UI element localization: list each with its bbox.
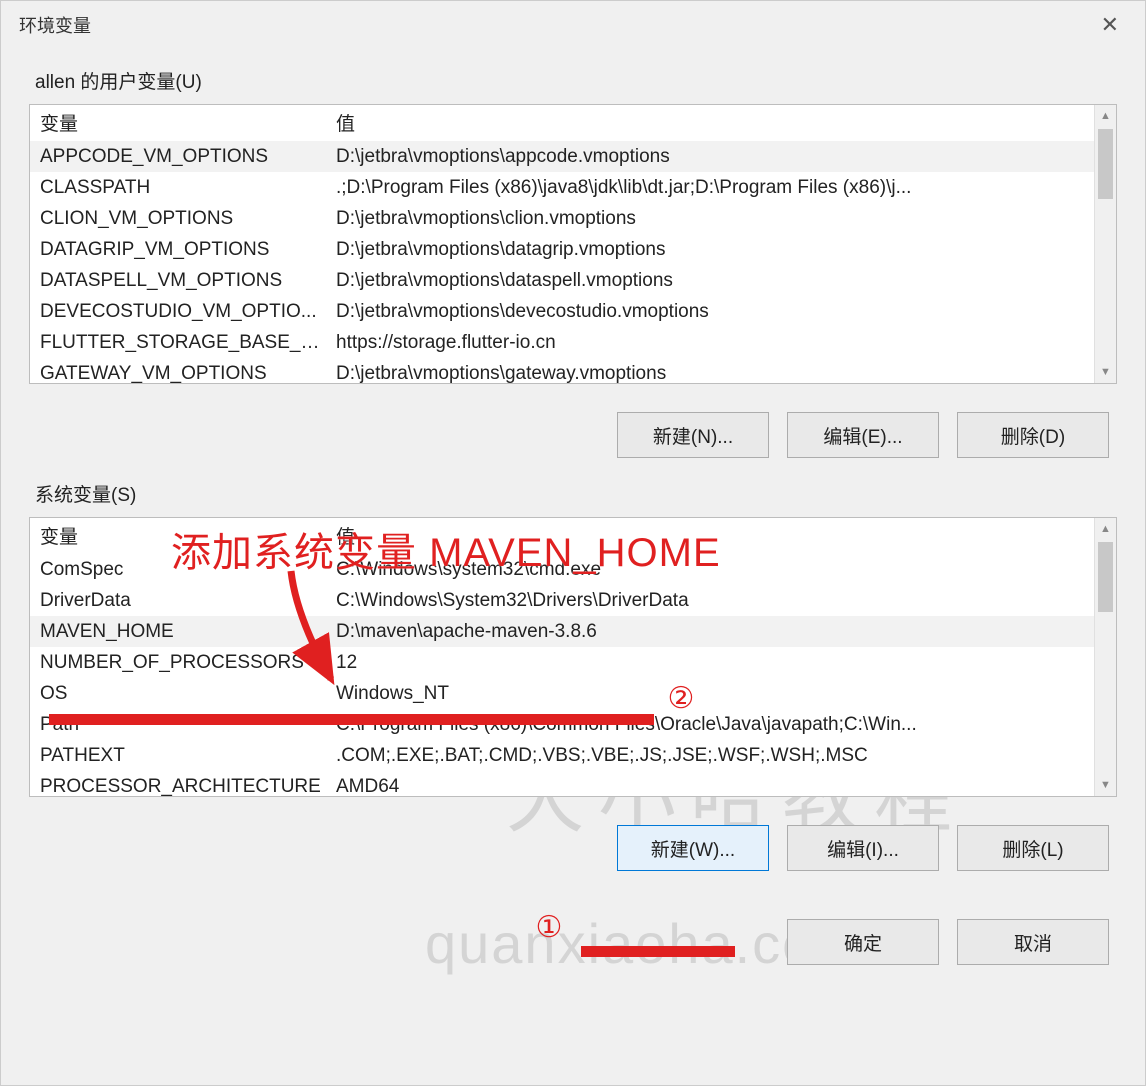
variable-name: APPCODE_VM_OPTIONS	[30, 146, 330, 168]
table-row[interactable]: GATEWAY_VM_OPTIONSD:\jetbra\vmoptions\ga…	[30, 358, 1094, 383]
user-variables-label: allen 的用户变量(U)	[29, 67, 1117, 94]
annotation-marker-1: ①	[533, 911, 565, 943]
table-row[interactable]: PATHEXT.COM;.EXE;.BAT;.CMD;.VBS;.VBE;.JS…	[30, 740, 1094, 771]
variable-value: Windows_NT	[330, 683, 1094, 705]
annotation-title: 添加系统变量 MAVEN_HOME	[171, 520, 721, 578]
titlebar: 环境变量 ✕	[1, 1, 1145, 49]
table-row[interactable]: DATAGRIP_VM_OPTIONSD:\jetbra\vmoptions\d…	[30, 234, 1094, 265]
system-variables-label: 系统变量(S)	[29, 480, 1117, 507]
variable-name: GATEWAY_VM_OPTIONS	[30, 363, 330, 384]
ok-button[interactable]: 确定	[787, 919, 939, 965]
table-row[interactable]: CLION_VM_OPTIONSD:\jetbra\vmoptions\clio…	[30, 203, 1094, 234]
scroll-up-icon[interactable]: ▲	[1095, 518, 1116, 540]
variable-name: PROCESSOR_ARCHITECTURE	[30, 776, 330, 797]
user-new-button[interactable]: 新建(N)...	[617, 412, 769, 458]
table-row[interactable]: MAVEN_HOMED:\maven\apache-maven-3.8.6	[30, 616, 1094, 647]
scroll-down-icon[interactable]: ▼	[1095, 774, 1116, 796]
table-row[interactable]: OSWindows_NT	[30, 678, 1094, 709]
variable-name: MAVEN_HOME	[30, 621, 330, 643]
variable-value: https://storage.flutter-io.cn	[330, 332, 1094, 354]
table-row[interactable]: CLASSPATH.;D:\Program Files (x86)\java8\…	[30, 172, 1094, 203]
variable-value: AMD64	[330, 776, 1094, 797]
variable-value: D:\jetbra\vmoptions\devecostudio.vmoptio…	[330, 301, 1094, 323]
env-variables-dialog: 环境变量 ✕ 犬小哈教程 quanxiaoha.com allen 的用户变量(…	[0, 0, 1146, 1086]
variable-name: DEVECOSTUDIO_VM_OPTIO...	[30, 301, 330, 323]
variable-name: FLUTTER_STORAGE_BASE_URL	[30, 332, 330, 354]
list-header: 变量 值	[30, 105, 1094, 141]
variable-name: DriverData	[30, 590, 330, 612]
column-header-value[interactable]: 值	[330, 109, 1094, 136]
variable-name: OS	[30, 683, 330, 705]
annotation-underline-new-button	[581, 946, 735, 957]
annotation-marker-2: ②	[665, 682, 697, 714]
close-icon[interactable]: ✕	[1093, 12, 1127, 38]
variable-value: .;D:\Program Files (x86)\java8\jdk\lib\d…	[330, 177, 1094, 199]
variable-name: DATASPELL_VM_OPTIONS	[30, 270, 330, 292]
table-row[interactable]: DEVECOSTUDIO_VM_OPTIO...D:\jetbra\vmopti…	[30, 296, 1094, 327]
scroll-up-icon[interactable]: ▲	[1095, 105, 1116, 127]
table-row[interactable]: DATASPELL_VM_OPTIONSD:\jetbra\vmoptions\…	[30, 265, 1094, 296]
variable-value: .COM;.EXE;.BAT;.CMD;.VBS;.VBE;.JS;.JSE;.…	[330, 745, 1094, 767]
variable-value: D:\maven\apache-maven-3.8.6	[330, 621, 1094, 643]
variable-value: D:\jetbra\vmoptions\dataspell.vmoptions	[330, 270, 1094, 292]
variable-value: D:\jetbra\vmoptions\datagrip.vmoptions	[330, 239, 1094, 261]
system-edit-button[interactable]: 编辑(I)...	[787, 825, 939, 871]
scrollbar[interactable]: ▲ ▼	[1094, 518, 1116, 796]
table-row[interactable]: PROCESSOR_ARCHITECTUREAMD64	[30, 771, 1094, 796]
cancel-button[interactable]: 取消	[957, 919, 1109, 965]
table-row[interactable]: FLUTTER_STORAGE_BASE_URLhttps://storage.…	[30, 327, 1094, 358]
variable-name: NUMBER_OF_PROCESSORS	[30, 652, 330, 674]
user-delete-button[interactable]: 删除(D)	[957, 412, 1109, 458]
variable-value: D:\jetbra\vmoptions\clion.vmoptions	[330, 208, 1094, 230]
system-new-button[interactable]: 新建(W)...	[617, 825, 769, 871]
variable-value: D:\jetbra\vmoptions\appcode.vmoptions	[330, 146, 1094, 168]
table-row[interactable]: DriverDataC:\Windows\System32\Drivers\Dr…	[30, 585, 1094, 616]
table-row[interactable]: APPCODE_VM_OPTIONSD:\jetbra\vmoptions\ap…	[30, 141, 1094, 172]
scroll-thumb[interactable]	[1098, 542, 1113, 612]
user-variables-listbox[interactable]: 变量 值 APPCODE_VM_OPTIONSD:\jetbra\vmoptio…	[29, 104, 1117, 384]
scrollbar[interactable]: ▲ ▼	[1094, 105, 1116, 383]
user-edit-button[interactable]: 编辑(E)...	[787, 412, 939, 458]
scroll-down-icon[interactable]: ▼	[1095, 361, 1116, 383]
window-title: 环境变量	[19, 12, 91, 38]
variable-value: D:\jetbra\vmoptions\gateway.vmoptions	[330, 363, 1094, 384]
user-variables-group: allen 的用户变量(U) 变量 值 APPCODE_VM_OPTIONSD:…	[29, 67, 1117, 458]
annotation-underline-maven	[49, 714, 654, 725]
variable-value: 12	[330, 652, 1094, 674]
scroll-thumb[interactable]	[1098, 129, 1113, 199]
variable-value: C:\Windows\System32\Drivers\DriverData	[330, 590, 1094, 612]
system-delete-button[interactable]: 删除(L)	[957, 825, 1109, 871]
variable-name: PATHEXT	[30, 745, 330, 767]
table-row[interactable]: NUMBER_OF_PROCESSORS12	[30, 647, 1094, 678]
column-header-variable[interactable]: 变量	[30, 109, 330, 136]
variable-name: CLION_VM_OPTIONS	[30, 208, 330, 230]
variable-name: CLASSPATH	[30, 177, 330, 199]
variable-name: DATAGRIP_VM_OPTIONS	[30, 239, 330, 261]
